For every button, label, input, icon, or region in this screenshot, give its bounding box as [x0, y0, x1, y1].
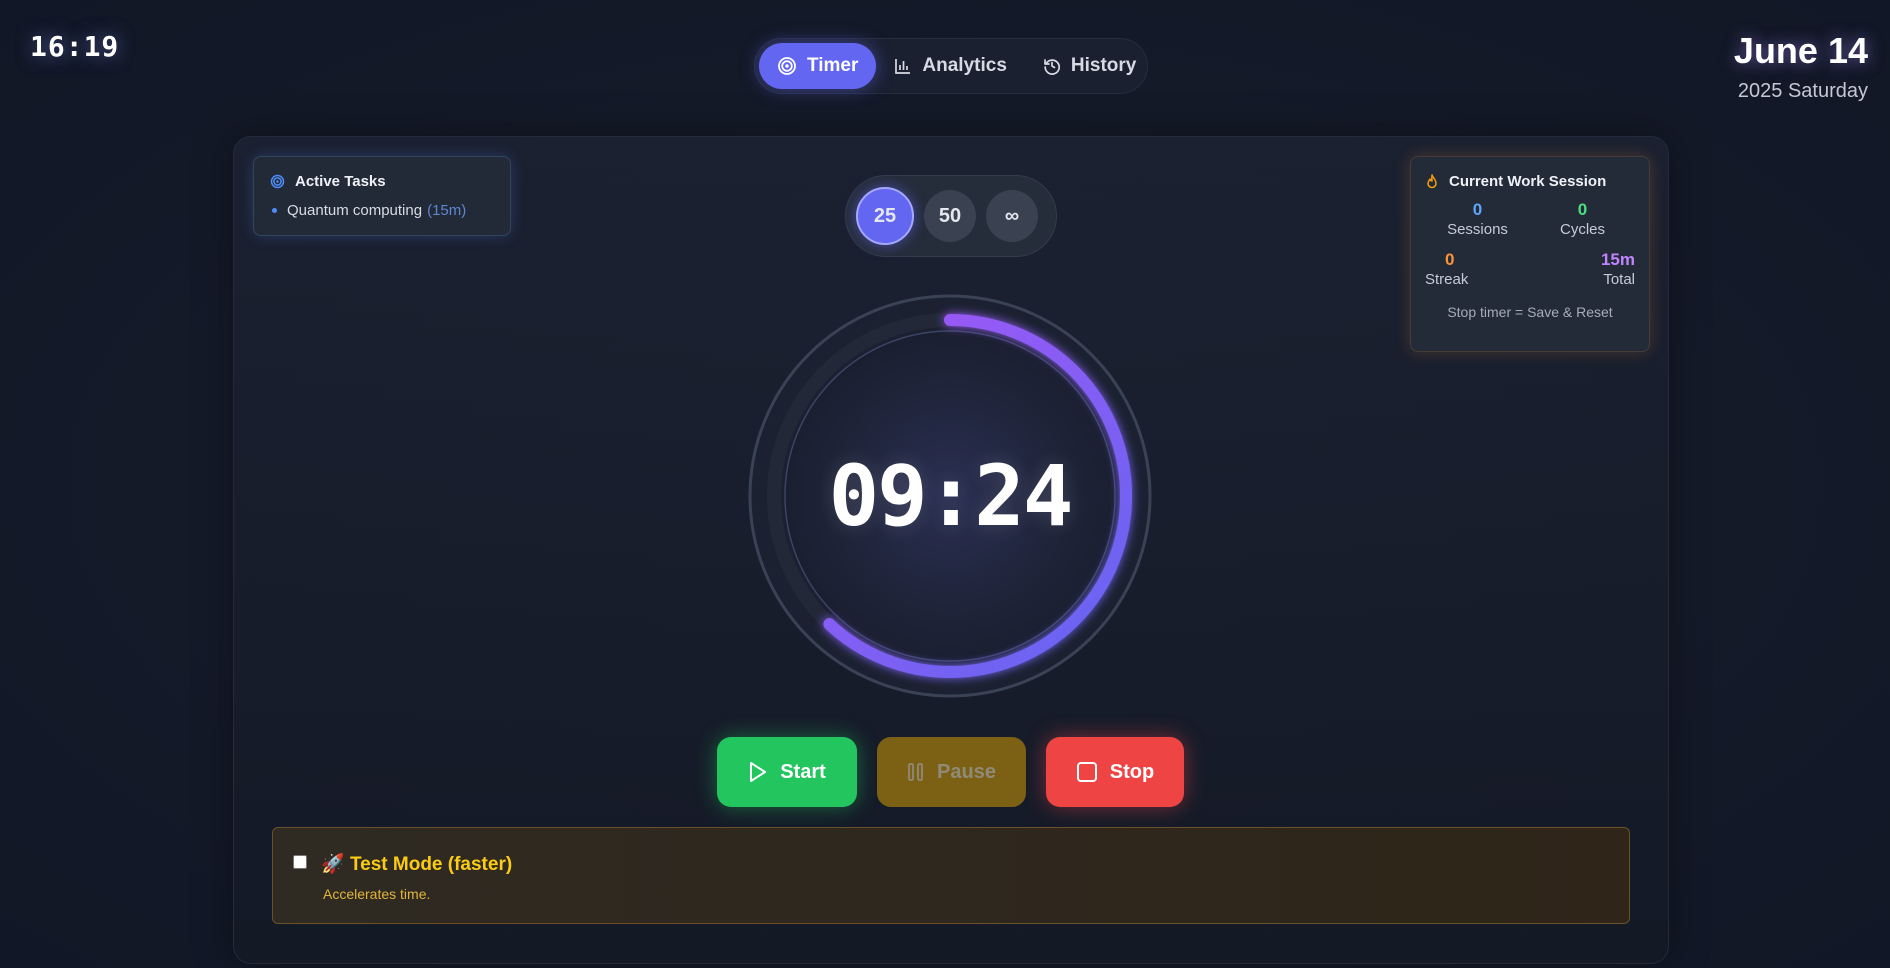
- date-main: June 14: [1733, 30, 1868, 71]
- bullet-icon: [272, 208, 277, 213]
- session-note: Stop timer = Save & Reset: [1447, 304, 1613, 320]
- stop-icon: [1076, 762, 1097, 782]
- stat-streak-value: 0: [1445, 250, 1455, 269]
- pause-label: Pause: [937, 760, 996, 783]
- date-display: June 14 2025 Saturday: [1734, 30, 1868, 103]
- target-icon: [778, 57, 796, 75]
- preset-50-button[interactable]: 50: [924, 190, 976, 242]
- tab-history[interactable]: History: [1025, 43, 1154, 89]
- target-icon: [270, 174, 285, 189]
- preset-25-button[interactable]: 25: [856, 187, 914, 245]
- date-sub: 2025 Saturday: [1737, 80, 1868, 102]
- test-mode-label[interactable]: 🚀 Test Mode (faster): [321, 852, 512, 876]
- active-tasks-header: Active Tasks: [270, 173, 494, 190]
- stop-label: Stop: [1109, 760, 1155, 783]
- stop-button[interactable]: Stop: [1046, 737, 1184, 807]
- start-label: Start: [780, 760, 826, 783]
- timer-dial: 09:24: [748, 294, 1152, 698]
- timer-display: 09:24: [828, 447, 1074, 545]
- history-icon: [1044, 59, 1060, 75]
- rocket-icon: 🚀: [321, 854, 345, 875]
- active-tasks-card: Active Tasks Quantum computing (15m): [253, 156, 511, 236]
- stat-sessions-label: Sessions: [1447, 221, 1508, 238]
- test-mode-panel: 🚀 Test Mode (faster) Accelerates time.: [272, 827, 1630, 924]
- work-session-card: Current Work Session 0 Sessions 0 Cycles…: [1410, 156, 1650, 352]
- tab-analytics[interactable]: Analytics: [876, 43, 1024, 89]
- stat-cycles: 0 Cycles: [1530, 200, 1635, 238]
- duration-presets: 25 50 ∞: [845, 175, 1057, 257]
- stat-sessions-value: 0: [1472, 200, 1483, 219]
- test-mode-description: Accelerates time.: [323, 886, 431, 902]
- bar-chart-icon: [895, 59, 911, 74]
- clock: 16:19: [30, 30, 120, 63]
- task-name: Quantum computing: [287, 202, 423, 219]
- stat-streak: 0 Streak: [1425, 250, 1530, 288]
- pause-icon: [908, 763, 923, 781]
- work-session-title: Current Work Session: [1449, 173, 1607, 190]
- task-duration: (15m): [427, 202, 467, 219]
- list-item[interactable]: Quantum computing (15m): [270, 202, 494, 219]
- test-mode-title: Test Mode (faster): [349, 854, 513, 875]
- stat-total-value: 15m: [1600, 250, 1635, 269]
- tab-analytics-label: Analytics: [922, 55, 1007, 76]
- stat-cycles-value: 0: [1577, 200, 1588, 219]
- pause-button[interactable]: Pause: [877, 737, 1026, 807]
- preset-infinite-button[interactable]: ∞: [986, 190, 1038, 242]
- stat-total-label: Total: [1603, 271, 1635, 288]
- start-button[interactable]: Start: [717, 737, 857, 807]
- flame-icon: [1427, 173, 1437, 188]
- main-nav: Timer Analytics History: [754, 38, 1148, 94]
- stat-cycles-label: Cycles: [1559, 221, 1605, 238]
- tab-timer[interactable]: Timer: [759, 43, 877, 89]
- tab-history-label: History: [1070, 55, 1137, 76]
- active-tasks-title: Active Tasks: [295, 173, 386, 190]
- stat-streak-label: Streak: [1425, 271, 1469, 288]
- test-mode-checkbox[interactable]: [293, 855, 307, 869]
- stat-total: 15m Total: [1530, 250, 1635, 288]
- stat-sessions: 0 Sessions: [1425, 200, 1530, 238]
- work-session-header: Current Work Session: [1425, 173, 1635, 190]
- tab-timer-label: Timer: [807, 55, 859, 76]
- play-icon: [750, 762, 767, 782]
